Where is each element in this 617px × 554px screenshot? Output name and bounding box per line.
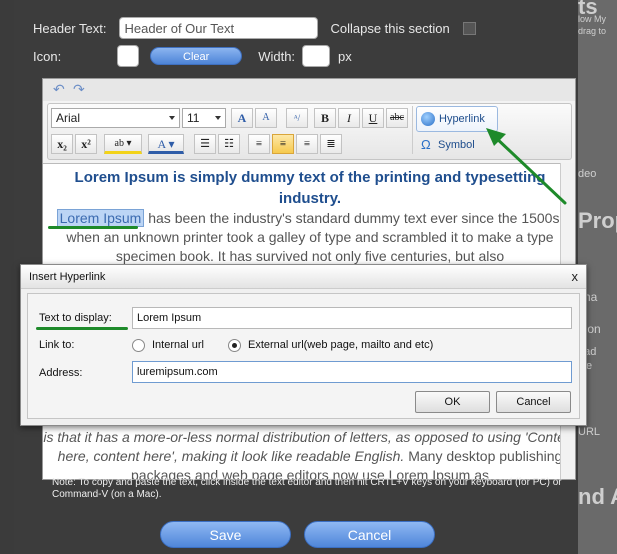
annotation-arrow bbox=[486, 128, 567, 205]
clear-format-icon[interactable]: ᴬ/ bbox=[286, 108, 308, 128]
background-text: URL bbox=[578, 426, 601, 438]
width-input[interactable] bbox=[302, 45, 331, 67]
clear-button[interactable]: Clear bbox=[150, 47, 243, 65]
internal-url-label: Internal url bbox=[152, 339, 204, 351]
collapse-checkbox[interactable] bbox=[462, 21, 476, 35]
font-family-select[interactable]: Arial bbox=[51, 108, 180, 128]
font-size-select[interactable]: 11 bbox=[182, 108, 226, 128]
bold-icon[interactable]: B bbox=[314, 108, 336, 128]
insert-hyperlink-dialog: Insert Hyperlink x Text to display: Link… bbox=[20, 264, 587, 426]
annotation-underline bbox=[48, 226, 138, 229]
undo-icon[interactable]: ↶ bbox=[53, 81, 65, 98]
icon-picker[interactable] bbox=[117, 45, 140, 67]
header-text-input[interactable] bbox=[119, 17, 319, 39]
content-paragraph: Lorem Ipsum has been the industry's stan… bbox=[43, 209, 575, 266]
icon-label: Icon: bbox=[33, 48, 62, 64]
content-paragraph: is that it has a more-or-less normal dis… bbox=[43, 428, 575, 479]
ok-button[interactable]: OK bbox=[415, 391, 490, 413]
address-label: Address: bbox=[39, 367, 83, 379]
background-text: low My bbox=[578, 14, 607, 24]
dialog-title: Insert Hyperlink x bbox=[21, 265, 586, 289]
width-label: Width: bbox=[258, 48, 296, 64]
undo-redo-bar: ↶ ↷ bbox=[43, 79, 575, 101]
chevron-down-icon bbox=[215, 116, 221, 120]
address-input[interactable] bbox=[132, 361, 572, 383]
external-url-label: External url(web page, mailto and etc) bbox=[248, 339, 434, 351]
px-label: px bbox=[338, 48, 352, 64]
underline-icon[interactable]: U bbox=[362, 108, 384, 128]
internal-url-radio[interactable] bbox=[132, 339, 145, 352]
subscript-icon[interactable]: x₂ bbox=[51, 134, 73, 154]
background-text: deo bbox=[578, 168, 597, 180]
dialog-cancel-button[interactable]: Cancel bbox=[496, 391, 571, 413]
link-to-label: Link to: bbox=[39, 339, 75, 351]
align-left-icon[interactable]: ≡ bbox=[248, 134, 270, 154]
strikethrough-icon[interactable]: abc bbox=[386, 108, 408, 128]
background-text: Prop bbox=[578, 208, 617, 233]
close-icon[interactable]: x bbox=[572, 265, 579, 289]
dialog-title-text: Insert Hyperlink bbox=[29, 271, 106, 283]
text-to-display-label: Text to display: bbox=[39, 312, 112, 324]
save-button[interactable]: Save bbox=[160, 521, 291, 548]
toolbar-separator bbox=[412, 106, 413, 154]
font-size-value: 11 bbox=[187, 111, 200, 125]
icon-row: Icon: Clear Width: px bbox=[33, 45, 352, 67]
numbered-list-icon[interactable]: ☷ bbox=[218, 134, 240, 154]
redo-icon[interactable]: ↷ bbox=[73, 81, 85, 98]
globe-icon bbox=[421, 112, 435, 126]
font-family-value: Arial bbox=[56, 111, 81, 125]
highlight-color-icon[interactable]: ab ▾ bbox=[104, 134, 142, 154]
bulleted-list-icon[interactable]: ☰ bbox=[194, 134, 216, 154]
background-left-edge bbox=[0, 0, 14, 554]
font-color-icon[interactable]: A ▾ bbox=[148, 134, 184, 154]
text-to-display-input[interactable] bbox=[132, 307, 572, 329]
omega-icon: Ω bbox=[421, 137, 431, 152]
chevron-down-icon bbox=[169, 116, 175, 120]
justify-icon[interactable]: ≣ bbox=[320, 134, 342, 154]
external-url-radio[interactable] bbox=[228, 339, 241, 352]
cancel-button[interactable]: Cancel bbox=[304, 521, 435, 548]
selected-text: Lorem Ipsum bbox=[56, 209, 145, 227]
background-text: nd A bbox=[578, 484, 617, 509]
grow-font-icon[interactable]: A bbox=[231, 108, 253, 128]
collapse-label: Collapse this section bbox=[330, 20, 450, 36]
superscript-icon[interactable]: x² bbox=[75, 134, 97, 154]
align-center-icon[interactable]: ≡ bbox=[272, 134, 294, 154]
header-text-label: Header Text: bbox=[33, 20, 107, 36]
annotation-underline bbox=[36, 327, 128, 330]
shrink-font-icon[interactable]: A bbox=[255, 108, 277, 128]
background-text: drag to bbox=[578, 26, 607, 36]
align-right-icon[interactable]: ≡ bbox=[296, 134, 318, 154]
paste-note: Note: To copy and paste the text, click … bbox=[52, 477, 562, 500]
italic-icon[interactable]: I bbox=[338, 108, 360, 128]
header-text-row: Header Text: Collapse this section bbox=[33, 17, 476, 39]
